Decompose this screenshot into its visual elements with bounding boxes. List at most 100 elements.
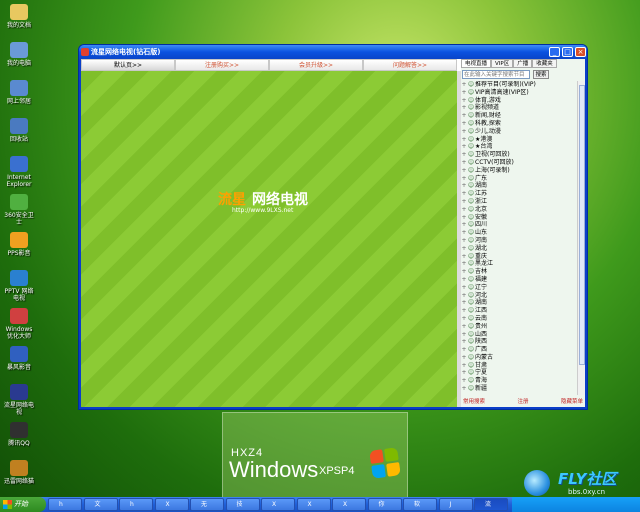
channel-item[interactable]: + ☺ 江西	[461, 307, 577, 315]
channel-item[interactable]: + ☺ 科教,探索	[461, 120, 577, 128]
shield-icon	[10, 194, 28, 210]
tab-radio[interactable]: 广播	[513, 59, 533, 68]
category-icon: ☺	[467, 174, 475, 182]
maximize-button[interactable]: □	[562, 47, 573, 57]
desktop-icon[interactable]: 网上邻居	[2, 80, 36, 105]
tab-favorites[interactable]: 收藏夹	[532, 59, 557, 68]
channel-item[interactable]: + ☺ VIP高清高速(VIP区)	[461, 89, 577, 97]
taskbar-button[interactable]: 文	[83, 498, 118, 511]
video-area[interactable]: 流星 网络电视 http://www.9LXS.net	[81, 71, 457, 407]
channel-item[interactable]: + ☺ 北京	[461, 206, 577, 214]
channel-label: 贵州	[475, 322, 488, 330]
desktop-icon[interactable]: PPTV 网络电视	[2, 270, 36, 302]
desktop-icon[interactable]: 360安全卫士	[2, 194, 36, 226]
channel-scrollbar[interactable]	[577, 81, 585, 395]
common-search-link[interactable]: 常用搜索	[463, 397, 485, 407]
channel-item[interactable]: + ☺ 湖南	[461, 182, 577, 190]
taskbar-button[interactable]: X	[332, 498, 366, 511]
tab-upgrade[interactable]: 会员升级>>	[269, 59, 363, 71]
pptv-icon	[10, 270, 28, 286]
taskbar-button[interactable]: X	[296, 498, 331, 511]
channel-item[interactable]: + ☺ 上海(可录制)	[461, 167, 577, 175]
taskbar-button[interactable]: 技	[225, 498, 260, 511]
desktop-icon-label: PPTV 网络电视	[4, 288, 34, 302]
tab-register[interactable]: 注册购买>>	[175, 59, 269, 71]
channel-item[interactable]: + ☺ 河南	[461, 237, 577, 245]
channel-item[interactable]: + ☺ 云南	[461, 315, 577, 323]
channel-label: 陕西	[475, 338, 488, 346]
channel-item[interactable]: + ☺ 新疆	[461, 385, 577, 393]
desktop-icon[interactable]: 回收站	[2, 118, 36, 143]
category-icon: ☺	[467, 291, 475, 299]
minimize-button[interactable]: _	[549, 47, 560, 57]
desktop-icon[interactable]: 我的电脑	[2, 42, 36, 67]
taskbar-button[interactable]: h	[119, 498, 153, 511]
channel-item[interactable]: + ☺ CCTV(可回放)	[461, 159, 577, 167]
channel-item[interactable]: + ☺ 安徽	[461, 214, 577, 222]
taskbar-button[interactable]: h	[48, 498, 82, 511]
taskbar-button[interactable]: 你	[367, 498, 402, 511]
channel-item[interactable]: + ☺ 广西	[461, 346, 577, 354]
channel-item[interactable]: + ☺ 四川	[461, 221, 577, 229]
desktop-icon[interactable]: 暴风影音	[2, 346, 36, 371]
tab-live-tv[interactable]: 电视直播	[461, 59, 492, 68]
taskbar-button[interactable]: 流	[474, 498, 508, 511]
desktop-icon[interactable]: 腾讯QQ	[2, 422, 36, 447]
channel-item[interactable]: + ☺ 黑龙江	[461, 260, 577, 268]
desktop-icon[interactable]: 流星网络电视	[2, 384, 36, 416]
channel-label: VIP高清高速(VIP区)	[475, 88, 529, 96]
taskbar-button[interactable]: J	[438, 498, 473, 511]
channel-item[interactable]: + ☺ 浙江	[461, 198, 577, 206]
top-tabs: 默认页>> 注册购买>> 会员升级>> 问题解答>>	[81, 59, 457, 71]
channel-item[interactable]: + ☺ 吉林	[461, 268, 577, 276]
desktop-icon[interactable]: Internet Explorer	[2, 156, 36, 188]
search-input[interactable]	[462, 70, 530, 79]
taskbar-button[interactable]: X	[261, 498, 295, 511]
desktop-icon[interactable]: 迅雷网络猫	[2, 460, 36, 485]
start-button[interactable]: 开始	[0, 497, 46, 512]
category-icon: ☺	[467, 330, 475, 338]
taskbar-button[interactable]: X	[154, 498, 189, 511]
hide-menu-link[interactable]: 隐藏菜单	[561, 397, 583, 407]
channel-item[interactable]: + ☺ 辽宁	[461, 284, 577, 292]
channel-item[interactable]: + ☺ 推荐节目(可录制)(VIP)	[461, 81, 577, 89]
channel-item[interactable]: + ☺ 新闻,财经	[461, 112, 577, 120]
channel-item[interactable]: + ☺ 少儿,动漫	[461, 128, 577, 136]
channel-label: 广西	[475, 346, 488, 354]
desktop-icon[interactable]: Windows 优化大师	[2, 308, 36, 340]
tab-default[interactable]: 默认页>>	[81, 59, 175, 71]
channel-item[interactable]: + ☺ 内蒙古	[461, 354, 577, 362]
channel-label: 少儿,动漫	[475, 127, 501, 135]
channel-item[interactable]: + ☺ 陕西	[461, 338, 577, 346]
logo-text-meteor: 流星	[218, 192, 246, 208]
channel-item[interactable]: + ☺ 山东	[461, 229, 577, 237]
category-icon: ☺	[467, 182, 475, 190]
category-icon: ☺	[467, 197, 475, 205]
desktop-icon[interactable]: 我的文档	[2, 4, 36, 29]
tab-vip[interactable]: VIP区	[491, 59, 514, 68]
channel-label: 浙江	[475, 197, 488, 205]
channel-item[interactable]: + ☺ 江苏	[461, 190, 577, 198]
channel-item[interactable]: + ☺ 卫视(可回放)	[461, 151, 577, 159]
channel-item[interactable]: + ☺ 贵州	[461, 323, 577, 331]
tab-faq[interactable]: 问题解答>>	[363, 59, 457, 71]
category-icon: ☺	[467, 369, 475, 377]
taskbar-button[interactable]: 无	[190, 498, 224, 511]
channel-label: 安徽	[475, 213, 488, 221]
system-tray[interactable]	[512, 497, 640, 512]
channel-item[interactable]: + ☺ 湖南	[461, 299, 577, 307]
category-icon: ☺	[467, 244, 475, 252]
category-icon: ☺	[467, 88, 475, 96]
channel-item[interactable]: + ☺ 福建	[461, 276, 577, 284]
channel-item[interactable]: + ☺ 青海	[461, 377, 577, 385]
search-button[interactable]: 搜索	[533, 70, 549, 79]
title-bar[interactable]: 流星网络电视(钻石版) _ □ ×	[79, 45, 587, 59]
close-button[interactable]: ×	[575, 47, 586, 57]
register-link[interactable]: 注册	[517, 397, 528, 407]
channel-item[interactable]: + ☺ ★台湾	[461, 143, 577, 151]
desktop-icon[interactable]: PPS影音	[2, 232, 36, 257]
xp-branding-panel: HXZ4 Windows XPSP4	[222, 412, 408, 498]
taskbar-button[interactable]: 软	[403, 498, 437, 511]
scroll-thumb[interactable]	[579, 85, 585, 365]
channel-item[interactable]: + ☺ 湖北	[461, 245, 577, 253]
